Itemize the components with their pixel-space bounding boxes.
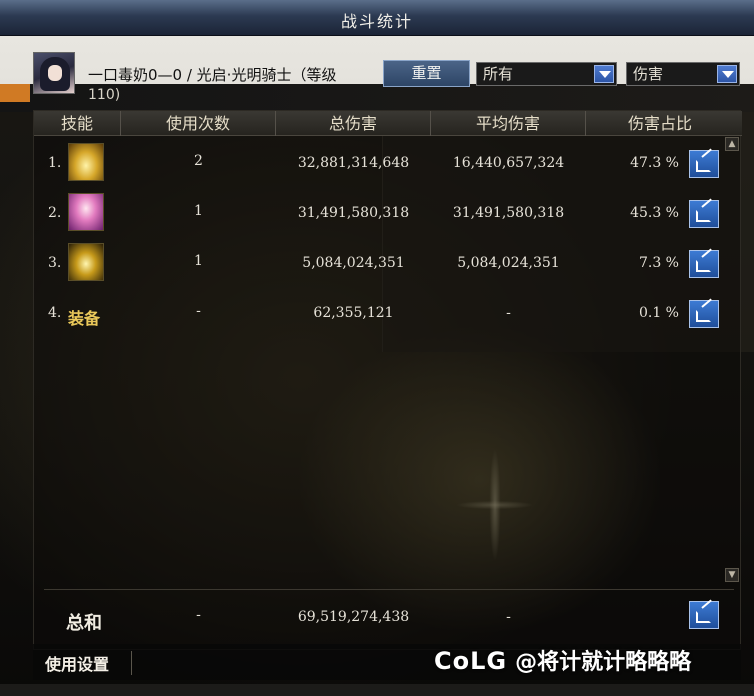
table-row: 2. 1 31,491,580,318 31,491,580,318 45.3 … [34, 191, 742, 241]
watermark-author: @将计就计略略略 [515, 650, 692, 675]
damage-percent: 0.1 % [638, 305, 679, 321]
use-count: 2 [194, 153, 203, 169]
filter-selected-value: 所有 [483, 65, 514, 83]
character-level: 110) [88, 87, 121, 103]
table-row: 3. 1 5,084,024,351 5,084,024,351 7.3 % [34, 241, 742, 291]
share-button[interactable] [689, 198, 719, 228]
orange-hp-bar-edge [0, 84, 30, 102]
row-index: 3. [48, 255, 62, 271]
total-row: 总和 - 69,519,274,438 - [34, 595, 742, 641]
row-index: 2. [48, 205, 62, 221]
total-damage: 31,491,580,318 [297, 205, 410, 221]
character-name: 一口毒奶0—0 / 光启·光明骑士（等级 [88, 66, 337, 84]
window-titlebar[interactable]: 战斗统计 [0, 0, 754, 36]
damage-percent: 47.3 % [630, 155, 679, 171]
table-row: 4. 装备 - 62,355,121 - 0.1 % [34, 291, 742, 341]
total-sum-damage: 69,519,274,438 [297, 609, 410, 625]
share-icon [696, 210, 711, 222]
total-use-count: - [196, 607, 201, 623]
table-header: 技能 使用次数 总伤害 平均伤害 伤害占比 [34, 111, 742, 136]
share-icon [696, 611, 711, 623]
total-label: 总和 [66, 613, 102, 634]
stats-header: 一口毒奶0—0 / 光启·光明骑士（等级 110) 重置 所有 伤害 [0, 36, 754, 112]
pink-angel-skill-icon [68, 193, 104, 231]
damage-table-panel: 技能 使用次数 总伤害 平均伤害 伤害占比 1. 2 32,881,314,64… [33, 110, 742, 650]
scroll-up-icon[interactable]: ▲ [725, 137, 739, 151]
total-damage: 32,881,314,648 [297, 155, 410, 171]
bottom-game-strip [0, 684, 754, 696]
col-header-pct[interactable]: 伤害占比 [586, 111, 734, 136]
col-header-skill[interactable]: 技能 [34, 111, 121, 136]
metric-selected-value: 伤害 [633, 65, 664, 83]
share-icon [696, 160, 711, 172]
share-button[interactable] [689, 148, 719, 178]
row-index: 1. [48, 155, 62, 171]
avg-damage: 16,440,657,324 [452, 155, 565, 171]
total-avg-damage: - [506, 609, 511, 625]
chevron-down-icon[interactable] [594, 65, 614, 83]
avg-damage: 5,084,024,351 [457, 255, 560, 271]
col-header-count[interactable]: 使用次数 [121, 111, 276, 136]
use-count: 1 [194, 203, 203, 219]
table-row: 1. 2 32,881,314,648 16,440,657,324 47.3 … [34, 141, 742, 191]
avg-damage: 31,491,580,318 [452, 205, 565, 221]
metric-dropdown[interactable]: 伤害 [626, 62, 740, 86]
total-damage: 5,084,024,351 [302, 255, 405, 271]
character-avatar [33, 52, 75, 94]
filter-dropdown[interactable]: 所有 [476, 62, 617, 86]
scroll-down-icon[interactable]: ▼ [725, 568, 739, 582]
row-index: 4. [48, 305, 62, 321]
reset-button[interactable]: 重置 [383, 60, 470, 87]
share-total-button[interactable] [689, 599, 719, 629]
equipment-label: 装备 [68, 309, 101, 328]
use-count: - [196, 303, 201, 319]
share-icon [696, 260, 711, 272]
use-count: 1 [194, 253, 203, 269]
lightning-burst-skill-icon [68, 243, 104, 281]
share-button[interactable] [689, 248, 719, 278]
col-header-avg[interactable]: 平均伤害 [431, 111, 586, 136]
usage-settings-button[interactable]: 使用设置 [45, 651, 133, 675]
share-button[interactable] [689, 298, 719, 328]
damage-percent: 45.3 % [630, 205, 679, 221]
avg-damage: - [506, 305, 511, 321]
window-title: 战斗统计 [340, 12, 413, 31]
colg-logo: CoLG [434, 647, 508, 675]
total-damage: 62,355,121 [313, 305, 394, 321]
total-divider [44, 589, 734, 590]
chevron-down-icon[interactable] [717, 65, 737, 83]
share-icon [696, 310, 711, 322]
table-scrollbar[interactable]: ▲ ▼ [725, 137, 739, 582]
damage-percent: 7.3 % [638, 255, 679, 271]
golden-pillar-skill-icon [68, 143, 104, 181]
col-header-total[interactable]: 总伤害 [276, 111, 431, 136]
colg-watermark: CoLG @将计就计略略略 [434, 644, 691, 676]
